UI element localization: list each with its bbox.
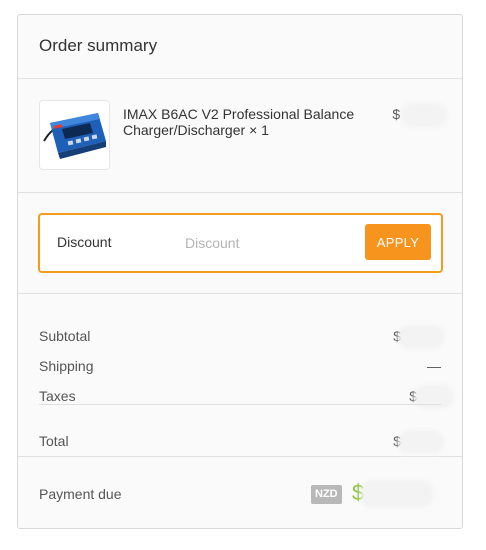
total-value: $ [393, 433, 441, 452]
shipping-label: Shipping [39, 358, 94, 374]
price-currency-symbol: $ [392, 106, 401, 122]
subtotal-currency-symbol: $ [393, 328, 401, 344]
currency-badge: NZD [311, 485, 342, 504]
line-item: IMAX B6AC V2 Professional Balance Charge… [18, 79, 462, 193]
order-summary-header: Order summary [18, 15, 462, 79]
totals-section: Subtotal $ Shipping — Taxes $ Total $ [18, 294, 462, 457]
payment-currency-symbol: $ [352, 480, 365, 505]
price-redacted [404, 106, 444, 125]
product-thumbnail [39, 100, 110, 170]
shipping-value: — [427, 358, 441, 374]
payment-amount-redacted [364, 483, 431, 506]
order-summary-panel: Order summary IMAX B6AC V2 Professional … [17, 14, 463, 529]
subtotal-label: Subtotal [39, 328, 91, 344]
total-currency-symbol: $ [393, 433, 401, 449]
payment-due-section: Payment due NZD $ [18, 457, 462, 528]
apply-button[interactable]: APPLY [365, 224, 431, 260]
discount-label: Discount [57, 234, 112, 250]
payment-due-label: Payment due [39, 486, 122, 502]
charger-image-icon [43, 113, 106, 159]
product-quantity: × 1 [249, 122, 269, 138]
discount-field-group: Discount APPLY [38, 213, 443, 273]
product-name: IMAX B6AC V2 Professional Balance Charge… [123, 106, 373, 138]
subtotal-value: $ [393, 328, 441, 347]
taxes-row: Taxes $ [39, 388, 451, 408]
totals-divider [39, 404, 441, 405]
discount-section: Discount APPLY [18, 193, 462, 294]
product-price: $ [392, 106, 444, 125]
total-row: Total $ [39, 433, 441, 453]
payment-due-amount: $ [352, 480, 431, 506]
order-summary-title: Order summary [39, 36, 158, 55]
product-title: IMAX B6AC V2 Professional Balance Charge… [123, 106, 355, 138]
taxes-currency-symbol: $ [409, 388, 417, 404]
subtotal-row: Subtotal $ [39, 328, 441, 348]
total-label: Total [39, 433, 69, 449]
discount-input[interactable] [185, 227, 355, 259]
total-redacted [401, 433, 441, 452]
taxes-label: Taxes [39, 388, 76, 404]
shipping-row: Shipping — [39, 358, 441, 378]
subtotal-redacted [401, 328, 441, 347]
